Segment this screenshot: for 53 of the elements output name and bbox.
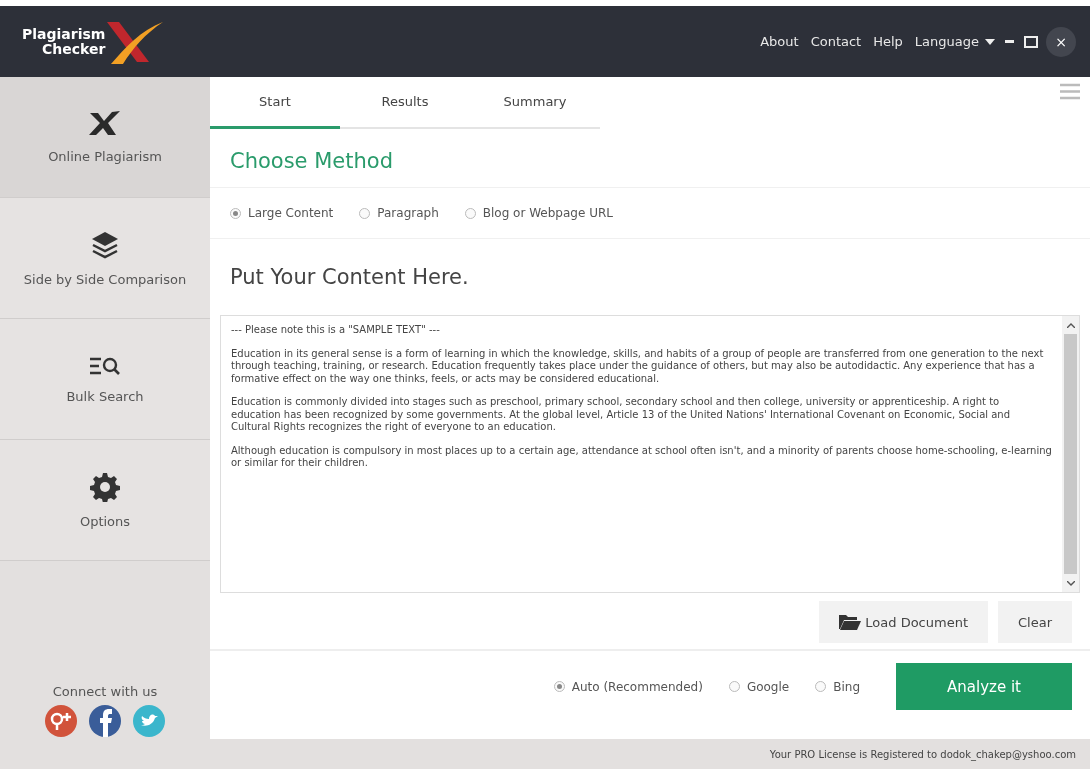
license-status: Your PRO License is Registered to dodok_chakep@yshoo.com <box>769 748 1076 760</box>
gear-icon <box>90 471 120 502</box>
radio-option[interactable]: Large Content <box>230 206 334 220</box>
scrollbar[interactable] <box>1062 316 1079 592</box>
layers-icon <box>90 229 120 260</box>
x-icon <box>88 110 122 137</box>
header-link[interactable]: About <box>760 34 799 49</box>
menu-icon[interactable] <box>1060 83 1080 100</box>
radio-button[interactable] <box>815 681 827 692</box>
sidebar-label: Side by Side Comparison <box>23 271 187 287</box>
maximize-icon[interactable] <box>1024 35 1038 48</box>
content-paragraph: Education in its general sense is a form of learning in which the knowledge, skills, and habits of a group of people are transferred from one generation to the next through teaching, training, or research. Education frequently takes place under the guidance of others, but may also be autodidactic. Any experience that has a formative effect on the way one thinks, feels, or acts may be considered educational. <box>231 347 1045 385</box>
scroll-up-icon[interactable] <box>1066 322 1075 328</box>
scroll-down-icon[interactable] <box>1066 580 1075 586</box>
load-document-button[interactable]: Load Document <box>819 601 988 643</box>
google-plus-icon[interactable] <box>45 705 77 737</box>
minimize-icon[interactable] <box>1005 39 1014 44</box>
facebook-icon[interactable] <box>89 705 121 737</box>
tab[interactable]: Summary <box>470 77 600 129</box>
folder-icon <box>839 614 862 630</box>
logo-text: Plagiarism <box>22 26 106 42</box>
tab[interactable]: Results <box>340 77 470 129</box>
sidebar-item[interactable]: Online Plagiarism <box>0 77 210 198</box>
twitter-icon[interactable] <box>133 705 165 737</box>
radio-option[interactable]: Google <box>728 679 790 694</box>
header-link[interactable]: Contact <box>810 34 862 49</box>
radio-button[interactable] <box>553 681 565 692</box>
close-button[interactable]: × <box>1046 26 1076 57</box>
connect-label: Connect with us <box>52 684 158 699</box>
content-paragraph: Education is commonly divided into stages such as preschool, primary school, secondary school and then college, university or apprenticeship. A right to education has been recognized by some governments. At the global level, Article 13 of the United Nations' International Covenant on Economic, Social and Cultural Rights recognizes the right of everyone to an education. <box>231 396 1012 434</box>
clear-button[interactable]: Clear <box>998 601 1072 643</box>
radio-option[interactable]: Paragraph <box>359 206 439 220</box>
analyze-button[interactable]: Analyze it <box>896 663 1072 710</box>
tab[interactable]: Start <box>210 77 340 129</box>
caret-icon[interactable] <box>985 38 995 45</box>
radio-button[interactable] <box>359 207 371 219</box>
radio-option[interactable]: Bing <box>815 679 860 694</box>
radio-button[interactable] <box>464 207 476 219</box>
radio-option[interactable]: Blog or Webpage URL <box>464 206 613 220</box>
radio-button[interactable] <box>728 681 740 692</box>
content-paragraph: Although education is compulsory in most places up to a certain age, attendance at school often isn't, and a minority of parents choose home-schooling, e-learning or similar for their children. <box>231 444 1052 470</box>
logo-text: Checker <box>42 41 106 57</box>
header-link[interactable]: Help <box>873 34 903 49</box>
section-title: Put Your Content Here. <box>230 265 469 289</box>
radio-option[interactable]: Auto (Recommended) <box>553 679 703 694</box>
sidebar-label: Bulk Search <box>66 388 144 404</box>
radio-button[interactable] <box>230 207 241 219</box>
content-paragraph: --- Please note this is a "SAMPLE TEXT" --- <box>231 324 441 337</box>
content-field[interactable] <box>220 315 1080 593</box>
language-menu[interactable]: Language <box>914 34 979 49</box>
sidebar-label: Options <box>79 513 131 529</box>
section-title: Choose Method <box>230 149 393 173</box>
sidebar-label: Online Plagiarism <box>48 148 162 164</box>
